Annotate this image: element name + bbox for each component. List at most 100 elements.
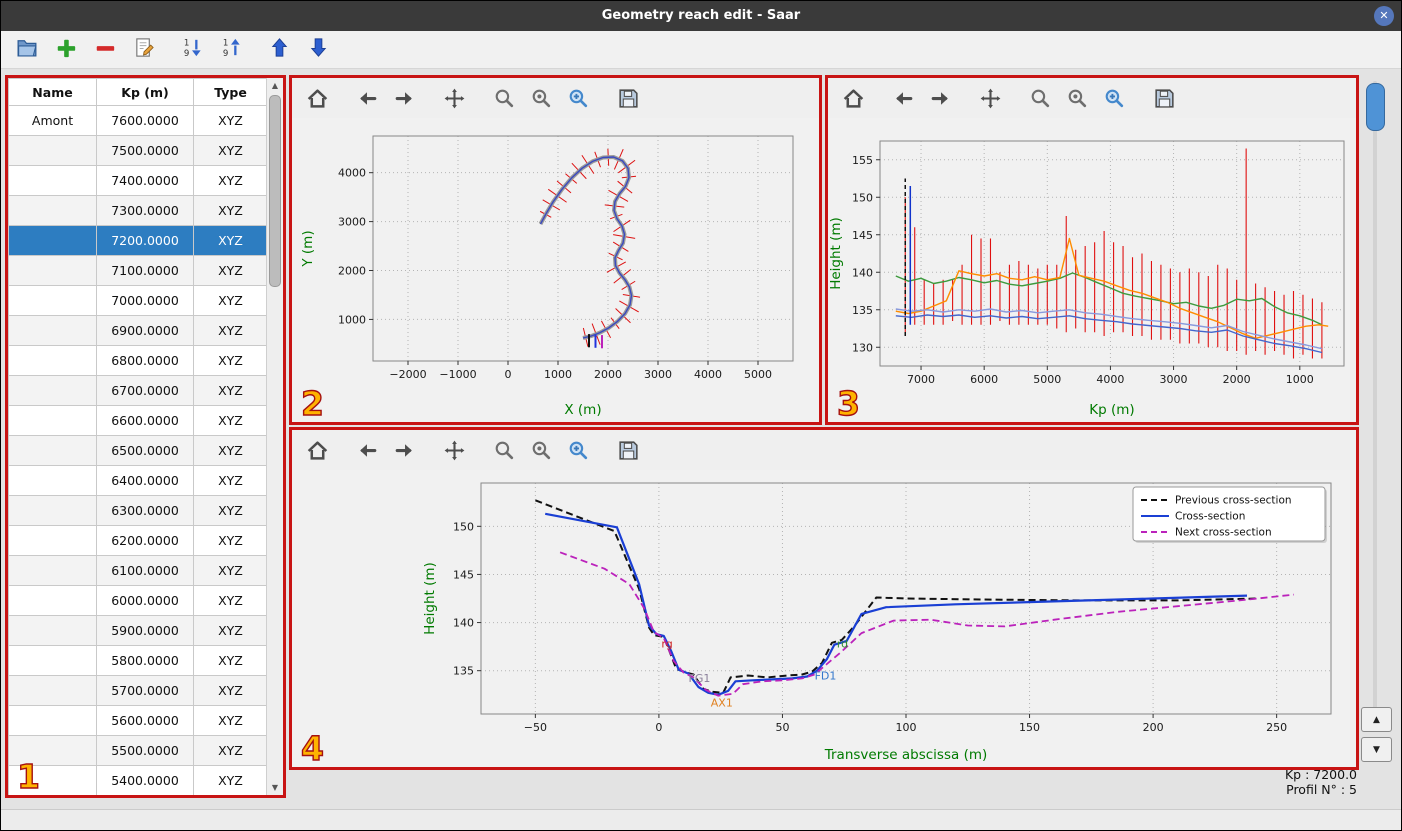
zoom-select-button[interactable] — [526, 435, 556, 465]
kp-cell[interactable]: 6000.0000 — [96, 585, 194, 616]
table-row[interactable]: 5500.0000 XYZ — [8, 735, 267, 766]
profile-up-button[interactable]: ▲ — [1361, 707, 1392, 732]
name-cell[interactable] — [8, 255, 97, 286]
zoom-in-button[interactable] — [1099, 83, 1129, 113]
table-row[interactable]: 6900.0000 XYZ — [8, 315, 267, 346]
back-button[interactable] — [352, 435, 382, 465]
name-cell[interactable]: Amont — [8, 105, 97, 136]
table-row[interactable]: 6700.0000 XYZ — [8, 375, 267, 406]
type-cell[interactable]: XYZ — [193, 285, 267, 316]
kp-cell[interactable]: 7600.0000 — [96, 105, 194, 136]
type-cell[interactable]: XYZ — [193, 105, 267, 136]
type-cell[interactable]: XYZ — [193, 555, 267, 586]
name-cell[interactable] — [8, 555, 97, 586]
move-down-button[interactable] — [304, 36, 332, 64]
type-cell[interactable]: XYZ — [193, 585, 267, 616]
name-cell[interactable] — [8, 435, 97, 466]
table-row[interactable]: 7400.0000 XYZ — [8, 165, 267, 196]
longitudinal-profile-chart[interactable]: 7000 6000 5000 4000 3000 2000 1000 130 135 140 145… — [828, 118, 1356, 422]
kp-cell[interactable]: 5800.0000 — [96, 645, 194, 676]
delete-cross-section-button[interactable] — [91, 36, 119, 64]
name-cell[interactable] — [8, 315, 97, 346]
plan-view-chart[interactable]: −2000 −1000 0 1000 2000 3000 4000 5000 1000 2000 3… — [292, 118, 819, 422]
kp-cell[interactable]: 5400.0000 — [96, 765, 194, 795]
pan-button[interactable] — [439, 83, 469, 113]
pan-button[interactable] — [439, 435, 469, 465]
kp-cell[interactable]: 5500.0000 — [96, 735, 194, 766]
forward-button[interactable] — [389, 83, 419, 113]
table-row[interactable]: 6800.0000 XYZ — [8, 345, 267, 376]
zoom-in-button[interactable] — [563, 435, 593, 465]
type-cell[interactable]: XYZ — [193, 765, 267, 795]
zoom-button[interactable] — [489, 83, 519, 113]
type-cell[interactable]: XYZ — [193, 255, 267, 286]
add-cross-section-button[interactable] — [52, 36, 80, 64]
close-button[interactable]: ✕ — [1374, 6, 1394, 26]
table-row[interactable]: 5600.0000 XYZ — [8, 705, 267, 736]
type-cell[interactable]: XYZ — [193, 135, 267, 166]
type-cell[interactable]: XYZ — [193, 675, 267, 706]
name-cell[interactable] — [8, 165, 97, 196]
name-cell[interactable] — [8, 195, 97, 226]
table-row[interactable]: Amont 7600.0000 XYZ — [8, 105, 267, 136]
type-cell[interactable]: XYZ — [193, 345, 267, 376]
table-row[interactable]: 6100.0000 XYZ — [8, 555, 267, 586]
zoom-button[interactable] — [489, 435, 519, 465]
name-cell[interactable] — [8, 765, 97, 795]
table-row[interactable]: 6000.0000 XYZ — [8, 585, 267, 616]
home-button[interactable] — [838, 83, 868, 113]
save-button[interactable] — [1149, 83, 1179, 113]
table-row[interactable]: 6400.0000 XYZ — [8, 465, 267, 496]
name-cell[interactable] — [8, 345, 97, 376]
table-row[interactable]: 5700.0000 XYZ — [8, 675, 267, 706]
type-cell[interactable]: XYZ — [193, 195, 267, 226]
kp-cell[interactable]: 6700.0000 — [96, 375, 194, 406]
save-button[interactable] — [613, 435, 643, 465]
name-cell[interactable] — [8, 465, 97, 496]
name-cell[interactable] — [8, 645, 97, 676]
kp-cell[interactable]: 7400.0000 — [96, 165, 194, 196]
table-row[interactable]: 5400.0000 XYZ — [8, 765, 267, 795]
kp-cell[interactable]: 6500.0000 — [96, 435, 194, 466]
kp-cell[interactable]: 7500.0000 — [96, 135, 194, 166]
name-cell[interactable] — [8, 675, 97, 706]
back-button[interactable] — [888, 83, 918, 113]
column-header[interactable]: Type — [193, 78, 267, 106]
type-cell[interactable]: XYZ — [193, 735, 267, 766]
kp-cell[interactable]: 6600.0000 — [96, 405, 194, 436]
name-cell[interactable] — [8, 615, 97, 646]
table-row[interactable]: 5900.0000 XYZ — [8, 615, 267, 646]
home-button[interactable] — [302, 83, 332, 113]
table-row[interactable]: 6600.0000 XYZ — [8, 405, 267, 436]
type-cell[interactable]: XYZ — [193, 165, 267, 196]
zoom-select-button[interactable] — [1062, 83, 1092, 113]
forward-button[interactable] — [389, 435, 419, 465]
table-row[interactable]: 6500.0000 XYZ — [8, 435, 267, 466]
name-cell[interactable] — [8, 585, 97, 616]
profile-slider-track[interactable] — [1373, 81, 1377, 711]
table-row[interactable]: 7200.0000 XYZ — [8, 225, 267, 256]
name-cell[interactable] — [8, 135, 97, 166]
type-cell[interactable]: XYZ — [193, 495, 267, 526]
title-bar[interactable]: Geometry reach edit - Saar ✕ — [1, 1, 1401, 31]
profile-down-button[interactable]: ▼ — [1361, 737, 1392, 762]
profile-slider-thumb[interactable] — [1366, 83, 1385, 131]
name-cell[interactable] — [8, 495, 97, 526]
kp-cell[interactable]: 5900.0000 — [96, 615, 194, 646]
kp-cell[interactable]: 7200.0000 — [96, 225, 194, 256]
kp-cell[interactable]: 6900.0000 — [96, 315, 194, 346]
scroll-up-button[interactable]: ▲ — [267, 78, 283, 93]
scroll-thumb[interactable] — [269, 95, 281, 287]
type-cell[interactable]: XYZ — [193, 405, 267, 436]
kp-cell[interactable]: 6300.0000 — [96, 495, 194, 526]
zoom-button[interactable] — [1025, 83, 1055, 113]
name-cell[interactable] — [8, 375, 97, 406]
type-cell[interactable]: XYZ — [193, 615, 267, 646]
kp-cell[interactable]: 6100.0000 — [96, 555, 194, 586]
sort-descending-button[interactable]: 19 — [178, 36, 206, 64]
table-row[interactable]: 6200.0000 XYZ — [8, 525, 267, 556]
kp-cell[interactable]: 6400.0000 — [96, 465, 194, 496]
name-cell[interactable] — [8, 225, 97, 256]
kp-cell[interactable]: 6800.0000 — [96, 345, 194, 376]
type-cell[interactable]: XYZ — [193, 315, 267, 346]
